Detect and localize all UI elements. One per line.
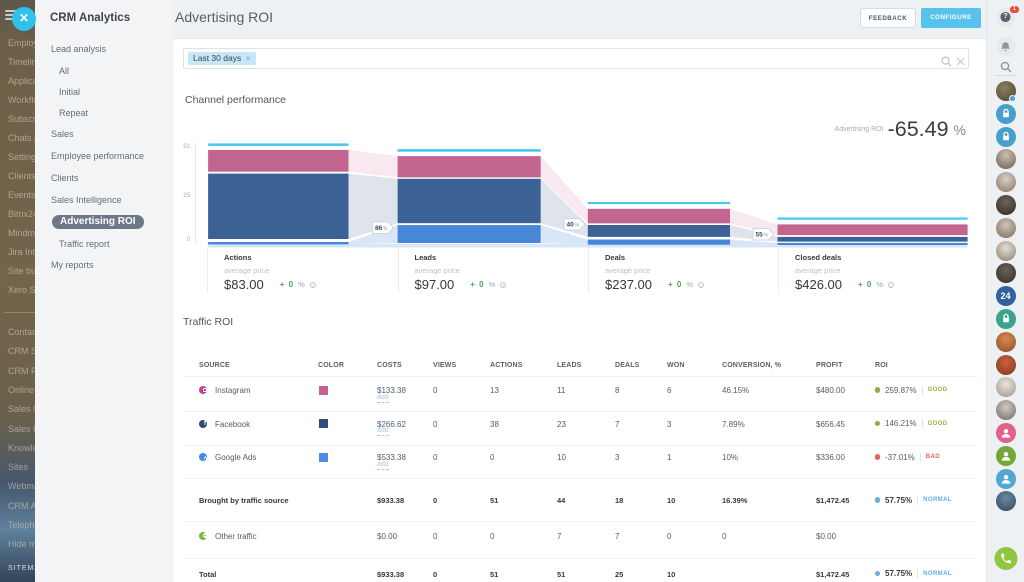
svg-text:%: % — [575, 223, 580, 229]
svg-text:%: % — [764, 233, 769, 239]
svg-text:%: % — [383, 226, 388, 232]
svg-text:51: 51 — [183, 143, 191, 150]
svg-text:25: 25 — [183, 192, 191, 199]
svg-text:55: 55 — [756, 232, 764, 239]
svg-text:40: 40 — [567, 222, 575, 229]
svg-text:0: 0 — [187, 236, 191, 243]
svg-text:86: 86 — [375, 225, 383, 232]
